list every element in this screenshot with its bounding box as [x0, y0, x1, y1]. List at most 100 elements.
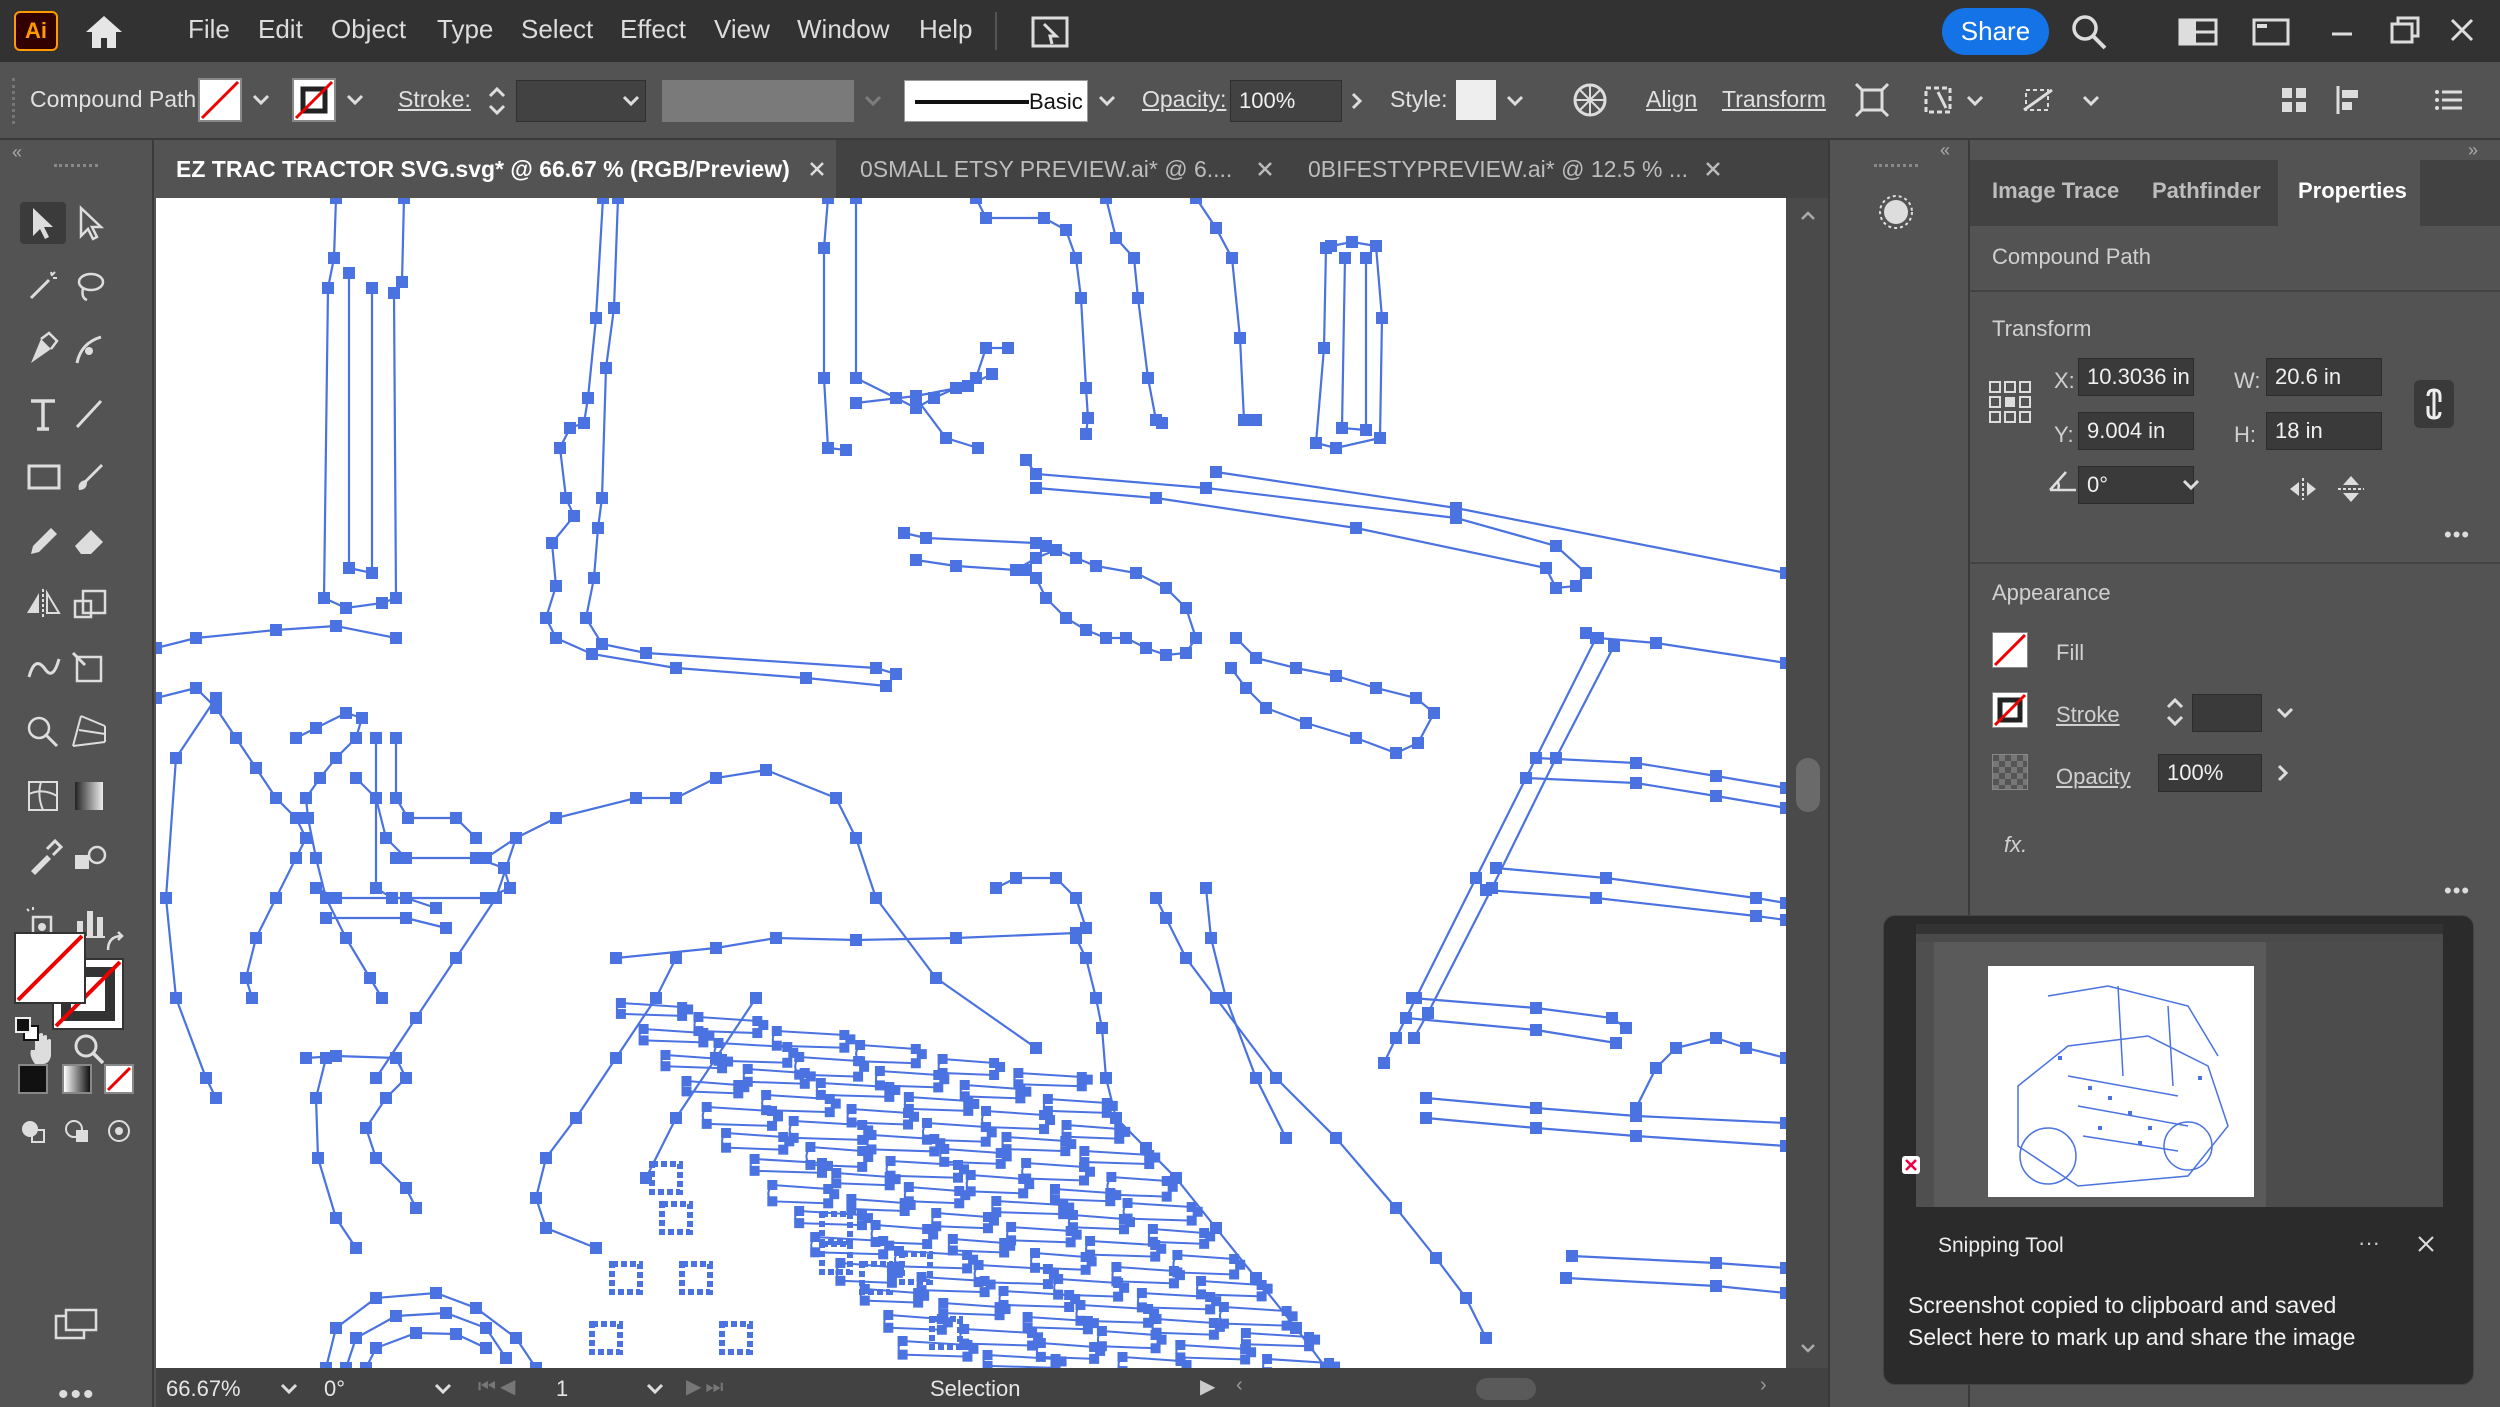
- vector-path[interactable]: [347, 273, 374, 575]
- anchor-point[interactable]: [450, 1328, 462, 1340]
- anchor-point[interactable]: [959, 1080, 970, 1090]
- anchor-point[interactable]: [913, 1297, 924, 1308]
- bolt-path[interactable]: [719, 1321, 753, 1355]
- anchor-point[interactable]: [903, 1119, 914, 1130]
- anchor-point[interactable]: [350, 732, 362, 744]
- anchor-point[interactable]: [390, 1052, 402, 1064]
- anchor-point[interactable]: [1350, 732, 1362, 744]
- anchor-point[interactable]: [1300, 717, 1312, 729]
- anchor-point[interactable]: [831, 1168, 842, 1178]
- fx-effects-button[interactable]: fx.: [2004, 832, 2027, 858]
- anchor-point[interactable]: [615, 1008, 626, 1019]
- chevron-down-icon[interactable]: [274, 1374, 304, 1404]
- anchor-point[interactable]: [1750, 892, 1762, 904]
- anchor-point[interactable]: [947, 1234, 958, 1244]
- anchor-point[interactable]: [810, 1247, 821, 1258]
- anchor-point[interactable]: [290, 852, 302, 864]
- anchor-point[interactable]: [800, 672, 812, 684]
- anchor-point[interactable]: [1378, 1057, 1390, 1069]
- anchor-point[interactable]: [816, 1167, 827, 1178]
- grille-loop-path[interactable]: [1175, 1343, 1252, 1361]
- anchor-point[interactable]: [376, 992, 388, 1004]
- anchor-point[interactable]: [853, 1071, 864, 1082]
- anchor-point[interactable]: [897, 1349, 908, 1360]
- collapse-chevrons-icon[interactable]: «: [1940, 140, 1950, 161]
- anchor-point[interactable]: [550, 580, 562, 592]
- reflect-tool-icon[interactable]: [20, 583, 66, 625]
- anchor-point[interactable]: [1205, 932, 1217, 944]
- graphic-style-swatch[interactable]: [1456, 80, 1496, 120]
- first-prev-artboard-icon[interactable]: ⏮◀: [478, 1374, 519, 1399]
- anchor-point[interactable]: [815, 1078, 826, 1088]
- anchor-point[interactable]: [1120, 632, 1132, 644]
- anchor-point[interactable]: [1620, 1022, 1632, 1034]
- anchor-point[interactable]: [1339, 252, 1351, 264]
- anchor-point[interactable]: [980, 342, 992, 354]
- stroke-none-swatch[interactable]: [292, 78, 336, 122]
- grille-loop-path[interactable]: [1042, 1097, 1113, 1114]
- anchor-point[interactable]: [1030, 482, 1042, 494]
- anchor-point[interactable]: [1080, 952, 1092, 964]
- anchor-point[interactable]: [490, 892, 502, 904]
- anchor-point[interactable]: [1060, 1146, 1071, 1157]
- anchor-point[interactable]: [1390, 747, 1402, 759]
- anchor-point[interactable]: [170, 752, 182, 764]
- anchor-point[interactable]: [883, 1310, 894, 1320]
- draw-inside-icon[interactable]: [104, 1116, 134, 1146]
- variable-width-profile[interactable]: [662, 80, 854, 122]
- anchor-point[interactable]: [1106, 1172, 1117, 1182]
- anchor-point[interactable]: [883, 1322, 894, 1333]
- anchor-point[interactable]: [310, 882, 322, 894]
- vertical-scrollbar[interactable]: [1786, 198, 1828, 1368]
- anchor-point[interactable]: [410, 1327, 422, 1339]
- anchor-point[interactable]: [850, 934, 862, 946]
- anchor-point[interactable]: [320, 912, 332, 924]
- anchor-point[interactable]: [1430, 1252, 1442, 1264]
- more-options-icon[interactable]: •••: [2444, 878, 2470, 904]
- x-position-field[interactable]: 10.3036 in: [2078, 358, 2194, 396]
- next-last-artboard-icon[interactable]: ▶⏭: [686, 1374, 727, 1399]
- anchor-point[interactable]: [390, 792, 402, 804]
- bolt-path[interactable]: [679, 1261, 713, 1295]
- anchor-point[interactable]: [400, 912, 412, 924]
- chevron-right-icon[interactable]: [2268, 758, 2298, 788]
- direct-selection-tool-icon[interactable]: [66, 202, 112, 244]
- anchor-point[interactable]: [840, 444, 852, 456]
- anchor-point[interactable]: [693, 1012, 704, 1022]
- anchor-point[interactable]: [870, 662, 882, 674]
- anchor-point[interactable]: [870, 892, 882, 904]
- vector-path[interactable]: [485, 796, 676, 859]
- more-options-icon[interactable]: ···: [2358, 1230, 2380, 1256]
- anchor-point[interactable]: [818, 242, 830, 254]
- anchor-point[interactable]: [884, 1091, 895, 1102]
- arrange-documents-icon[interactable]: [1030, 14, 1070, 50]
- anchor-point[interactable]: [480, 852, 492, 864]
- y-position-field[interactable]: 9.004 in: [2078, 412, 2194, 450]
- anchor-point[interactable]: [510, 832, 522, 844]
- anchor-point[interactable]: [170, 992, 182, 1004]
- chevron-down-icon[interactable]: [2270, 698, 2300, 728]
- anchor-point[interactable]: [1360, 252, 1372, 264]
- anchor-point[interactable]: [430, 902, 442, 914]
- anchor-point[interactable]: [270, 624, 282, 636]
- anchor-point[interactable]: [330, 620, 342, 632]
- anchor-point[interactable]: [782, 1057, 793, 1068]
- anchor-point[interactable]: [356, 712, 368, 724]
- stroke-stepper[interactable]: [482, 80, 512, 122]
- anchor-point[interactable]: [1160, 649, 1172, 661]
- home-icon[interactable]: [80, 12, 128, 52]
- anchor-point[interactable]: [1608, 640, 1620, 652]
- scroll-right-icon[interactable]: ›: [1760, 1374, 1767, 1397]
- anchor-point[interactable]: [1205, 1304, 1216, 1315]
- snipping-tool-notification[interactable]: Snipping Tool ··· Screenshot copied to c…: [1883, 915, 2474, 1385]
- anchor-point[interactable]: [1460, 1292, 1472, 1304]
- anchor-point[interactable]: [320, 1052, 332, 1064]
- anchor-point[interactable]: [1156, 417, 1168, 429]
- anchor-point[interactable]: [1110, 232, 1122, 244]
- anchor-point[interactable]: [794, 1052, 805, 1062]
- anchor-point[interactable]: [390, 592, 402, 604]
- vector-path[interactable]: [375, 837, 518, 1079]
- anchor-point[interactable]: [1021, 1158, 1032, 1168]
- anchor-point[interactable]: [1100, 1072, 1112, 1084]
- anchor-point[interactable]: [612, 198, 624, 204]
